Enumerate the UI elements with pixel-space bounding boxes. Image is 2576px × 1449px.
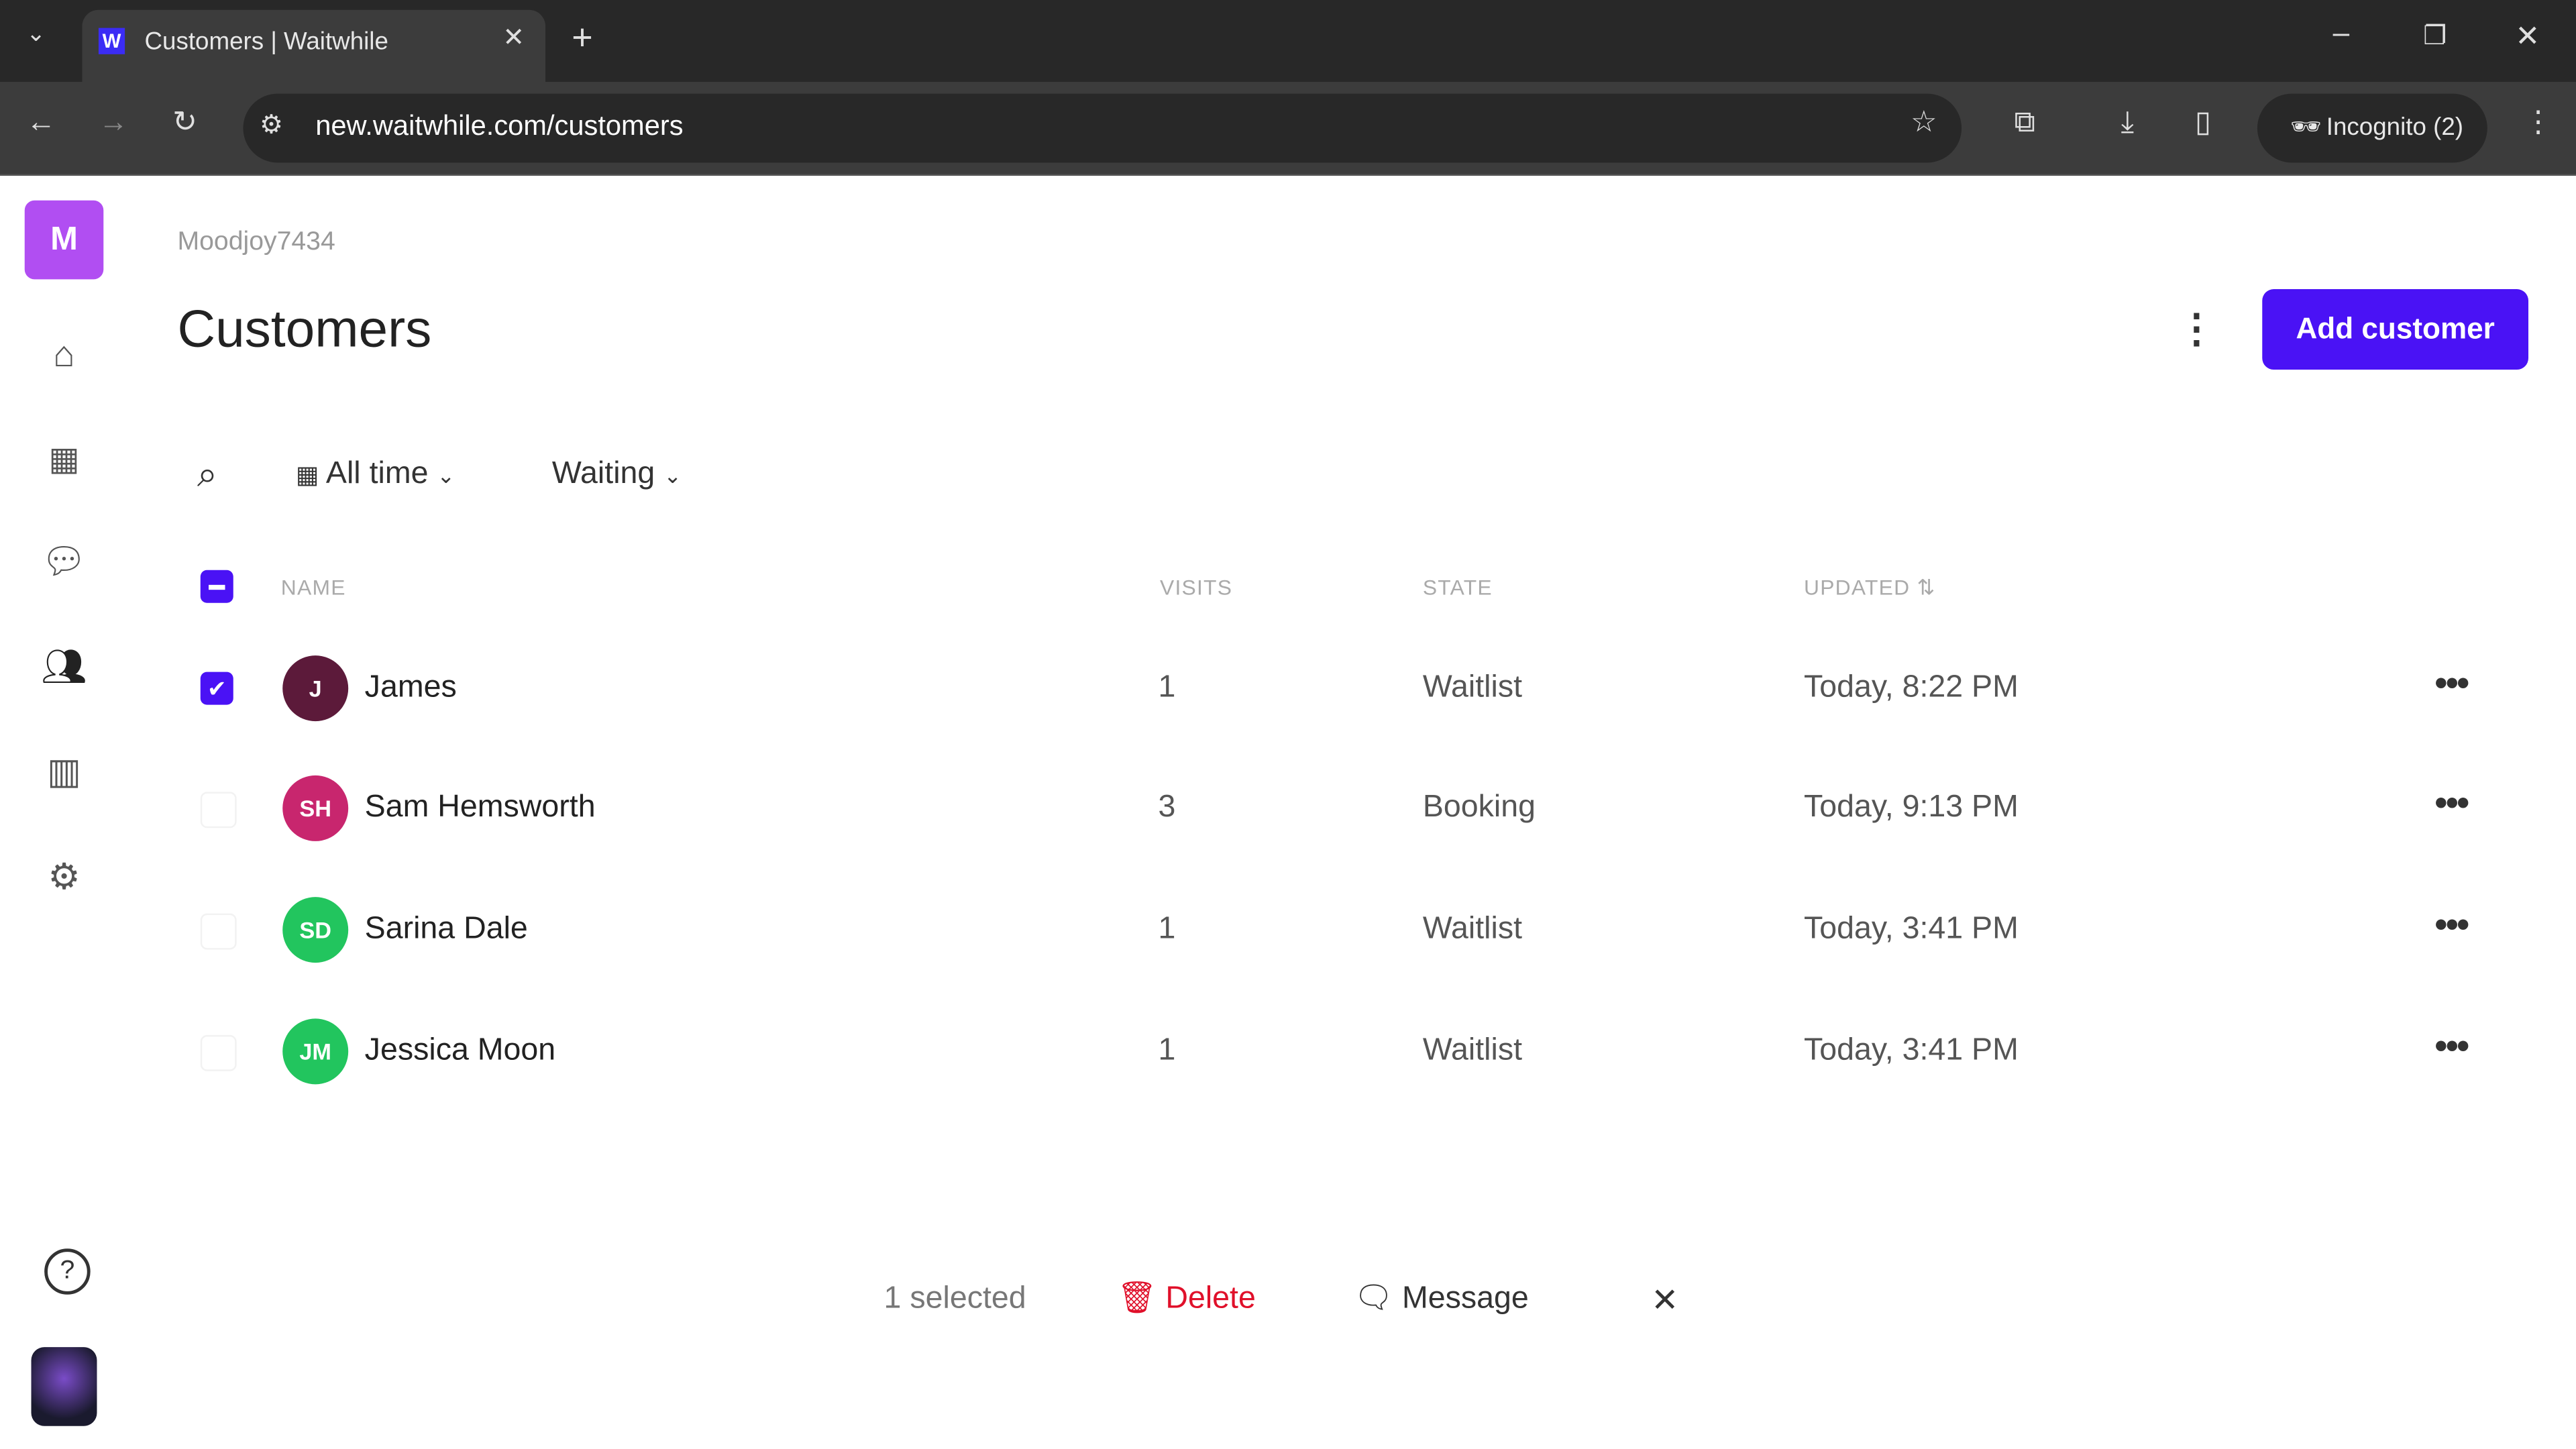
state-value: Waitlist <box>1422 670 1523 705</box>
add-customer-button[interactable]: Add customer <box>2262 289 2529 370</box>
visits-count: 1 <box>1158 1033 1176 1068</box>
message-label: Message <box>1401 1281 1529 1316</box>
close-tab-icon[interactable]: ✕ <box>502 21 525 54</box>
extensions-icon[interactable]: ⧉ <box>2014 105 2035 140</box>
search-icon[interactable]: ⌕ <box>197 453 217 496</box>
delete-label: Delete <box>1165 1281 1256 1316</box>
favicon-icon: W <box>98 28 125 54</box>
user-avatar[interactable] <box>31 1347 97 1426</box>
calendar-icon[interactable]: ▦ <box>40 435 89 484</box>
updated-value: Today, 3:41 PM <box>1804 912 2019 947</box>
state-value: Waitlist <box>1422 1033 1523 1068</box>
date-filter-dropdown[interactable]: ▦ All time ⌄ <box>296 457 455 493</box>
row-checkbox[interactable] <box>200 792 237 828</box>
site-info-icon[interactable]: ⚙ <box>260 109 283 142</box>
customer-name[interactable]: Jessica Moon <box>365 1033 556 1069</box>
home-icon[interactable]: ⌂ <box>40 330 89 379</box>
incognito-icon: 🕶 <box>2290 113 2322 142</box>
state-filter-label: Waiting <box>551 456 655 492</box>
updated-value: Today, 3:41 PM <box>1804 1033 2019 1068</box>
row-checkbox[interactable] <box>200 913 237 950</box>
row-more-icon[interactable]: ••• <box>2434 662 2469 705</box>
browser-menu-icon[interactable]: ⋮ <box>2524 105 2553 140</box>
column-header-name[interactable]: NAME <box>281 575 346 600</box>
side-panel-icon[interactable]: ▯ <box>2195 105 2211 140</box>
workspace-avatar[interactable]: M <box>24 200 104 280</box>
message-button[interactable]: 🗨︎ Message <box>1354 1278 1529 1318</box>
state-filter-dropdown[interactable]: Waiting ⌄ <box>552 457 682 493</box>
chat-icon[interactable]: 💬︎ <box>40 537 89 586</box>
chevron-down-icon: ⌄ <box>663 463 682 488</box>
visits-count: 3 <box>1158 790 1176 825</box>
customer-name[interactable]: Sarina Dale <box>365 912 528 948</box>
visits-count: 1 <box>1158 912 1176 947</box>
calendar-icon: ▦ <box>295 462 319 490</box>
delete-button[interactable]: 🗑︎ Delete <box>1117 1278 1256 1318</box>
incognito-label: Incognito (2) <box>2326 113 2464 142</box>
more-options-icon[interactable]: ⋮ <box>2177 306 2216 354</box>
minimize-icon[interactable]: – <box>2333 16 2350 50</box>
customer-name[interactable]: James <box>365 670 457 706</box>
url-text[interactable]: new.waitwhile.com/customers <box>315 110 683 143</box>
chevron-down-icon: ⌄ <box>437 463 455 488</box>
avatar: SD <box>282 897 349 963</box>
row-checkbox[interactable]: ✔ <box>200 672 233 705</box>
avatar: J <box>282 655 349 722</box>
column-header-visits[interactable]: VISITS <box>1160 575 1232 600</box>
forward-icon[interactable]: → <box>99 105 128 140</box>
customer-name[interactable]: Sam Hemsworth <box>365 790 596 826</box>
row-checkbox[interactable] <box>200 1034 237 1071</box>
message-icon: 🗨︎ <box>1353 1281 1394 1316</box>
state-value: Waitlist <box>1422 912 1523 947</box>
workspace-name: Moodjoy7434 <box>177 228 335 257</box>
selected-count: 1 selected <box>883 1281 1026 1316</box>
settings-icon[interactable]: ⚙ <box>40 853 89 902</box>
bookmark-star-icon[interactable]: ☆ <box>1911 105 1937 140</box>
updated-value: Today, 9:13 PM <box>1804 790 2019 825</box>
updated-value: Today, 8:22 PM <box>1804 670 2019 705</box>
analytics-icon[interactable]: ▥ <box>40 747 89 796</box>
column-header-state[interactable]: STATE <box>1423 575 1493 600</box>
date-filter-label: All time <box>325 456 429 492</box>
page-title: Customers <box>177 299 432 358</box>
customers-icon[interactable]: 👥︎ <box>40 643 89 692</box>
restore-icon[interactable]: ❐ <box>2423 19 2447 52</box>
clear-selection-icon[interactable]: ✕ <box>1651 1280 1678 1321</box>
row-more-icon[interactable]: ••• <box>2434 782 2469 825</box>
download-icon[interactable]: ⤓ <box>2121 105 2135 140</box>
row-more-icon[interactable]: ••• <box>2434 904 2469 947</box>
close-window-icon[interactable]: ✕ <box>2515 19 2540 54</box>
column-header-updated[interactable]: UPDATED ⇅ <box>1804 575 1935 601</box>
state-value: Booking <box>1422 790 1536 825</box>
new-tab-icon[interactable]: + <box>572 16 592 59</box>
column-header-label: UPDATED <box>1804 575 1911 600</box>
help-icon[interactable]: ? <box>44 1248 91 1295</box>
select-all-checkbox[interactable] <box>200 570 233 603</box>
trash-icon: 🗑︎ <box>1117 1281 1157 1316</box>
row-more-icon[interactable]: ••• <box>2434 1025 2469 1068</box>
visits-count: 1 <box>1158 670 1176 705</box>
avatar: SH <box>282 775 349 841</box>
tab-title: Customers | Waitwhile <box>144 28 388 56</box>
back-icon[interactable]: ← <box>26 105 56 140</box>
incognito-badge[interactable]: 🕶 Incognito (2) <box>2257 93 2487 163</box>
sort-icon: ⇅ <box>1917 575 1936 600</box>
tab-search-button[interactable]: ⌄ <box>26 19 46 48</box>
reload-icon[interactable]: ↻ <box>172 105 197 140</box>
avatar: JM <box>282 1018 349 1085</box>
